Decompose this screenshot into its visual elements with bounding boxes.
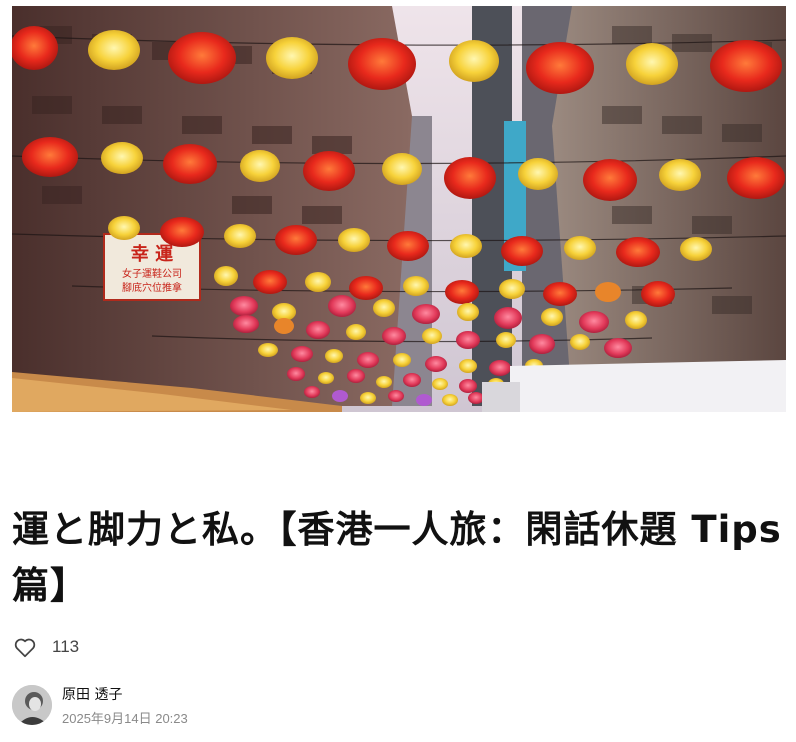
like-button[interactable]: 113 [12, 634, 79, 660]
post-date: 2025年9月14日 20:23 [62, 710, 188, 726]
lantern-street-photo: 幸 運 女子運鞋公司 腳底穴位推拿 [12, 6, 786, 412]
svg-text:幸 運: 幸 運 [131, 243, 173, 265]
svg-text:腳底穴位推拿: 腳底穴位推拿 [122, 281, 182, 294]
article-title: 運と脚力と私。【香港一人旅：閑話休題 Tips篇】 [12, 508, 782, 607]
heart-outline-icon[interactable] [12, 634, 38, 660]
like-count: 113 [52, 637, 80, 656]
hero-image: 幸 運 女子運鞋公司 腳底穴位推拿 [12, 6, 786, 412]
svg-text:女子運鞋公司: 女子運鞋公司 [122, 267, 182, 280]
avatar[interactable] [12, 685, 52, 725]
author-section: 原田 透子 2025年9月14日 20:23 [12, 683, 188, 727]
author-name[interactable]: 原田 透子 [62, 684, 188, 704]
